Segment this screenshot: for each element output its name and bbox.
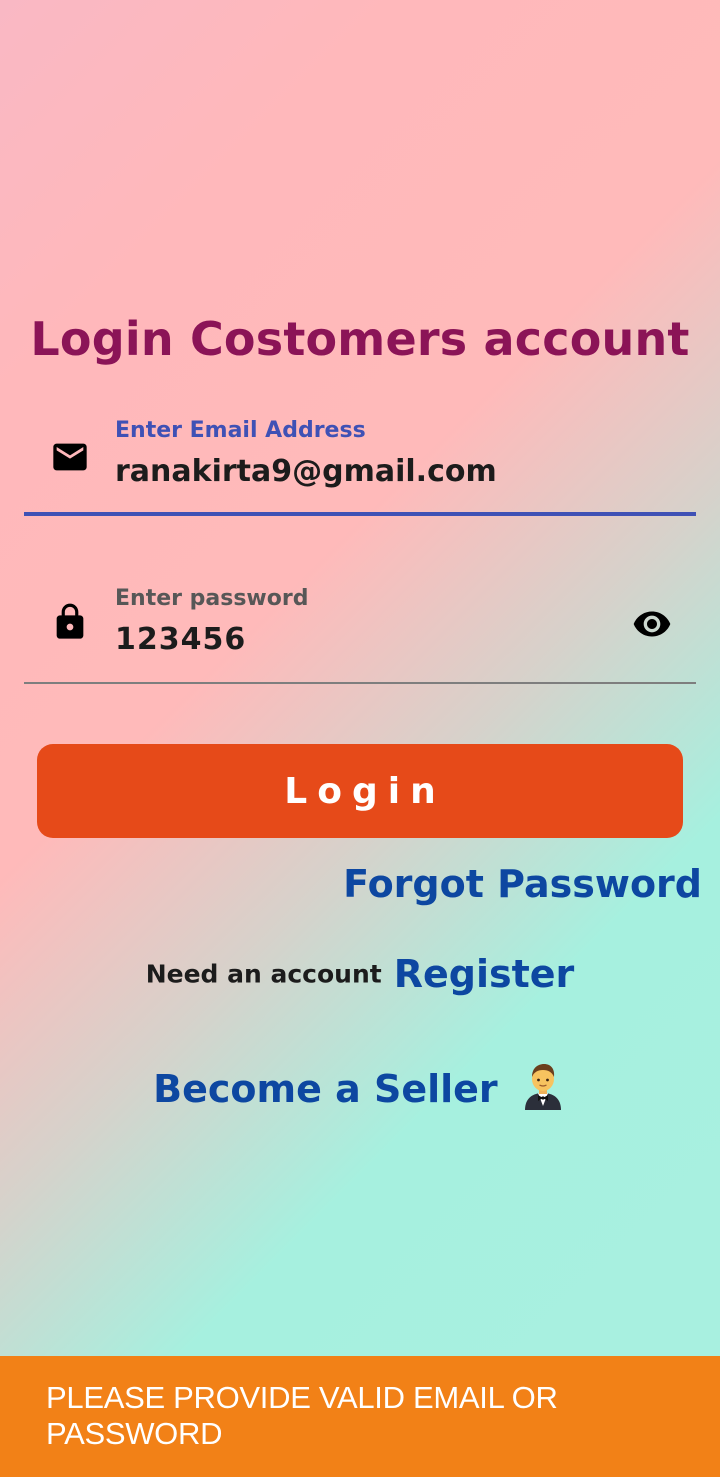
forgot-password-link[interactable]: Forgot Password	[343, 862, 702, 906]
email-field-label: Enter Email Address	[115, 418, 366, 443]
man-in-tuxedo-emoji	[524, 1064, 561, 1110]
login-screen: Login Costomers account Enter Email Addr…	[0, 0, 720, 1477]
password-field[interactable]: Enter password 123456	[24, 578, 696, 684]
register-link[interactable]: Register	[394, 952, 575, 996]
mail-icon	[53, 443, 87, 471]
login-button[interactable]: Login	[37, 744, 683, 838]
become-seller-link[interactable]: Become a Seller	[0, 1060, 720, 1111]
password-input[interactable]: 123456	[115, 622, 615, 657]
password-field-label: Enter password	[115, 586, 309, 611]
email-input[interactable]: ranakirta9@gmail.com	[115, 454, 615, 489]
need-account-text: Need an account	[145, 959, 382, 989]
snackbar-message: PLEASE PROVIDE VALID EMAIL OR PASSWORD	[46, 1380, 558, 1451]
become-seller-label: Become a Seller	[153, 1067, 498, 1111]
error-snackbar: PLEASE PROVIDE VALID EMAIL OR PASSWORD	[0, 1356, 720, 1477]
page-title: Login Costomers account	[30, 312, 690, 366]
eye-icon[interactable]	[630, 604, 674, 644]
lock-icon	[56, 603, 84, 639]
register-row: Need an account Register	[0, 952, 720, 996]
email-field[interactable]: Enter Email Address ranakirta9@gmail.com	[24, 410, 696, 516]
